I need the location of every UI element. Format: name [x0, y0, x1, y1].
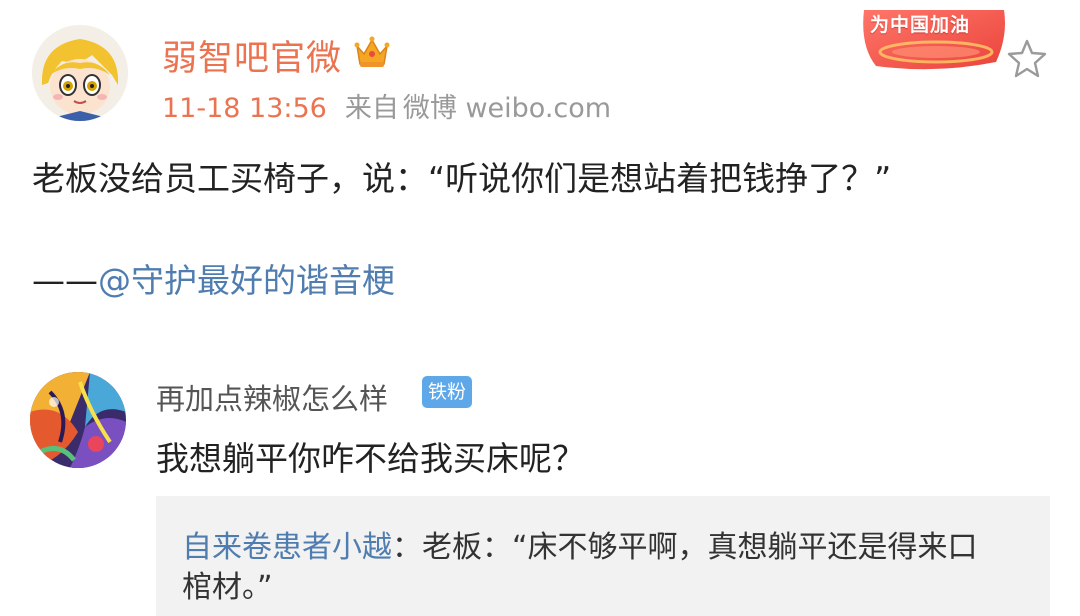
- post-source[interactable]: 微博 weibo.com: [403, 93, 611, 124]
- comment-text: 我想躺平你咋不给我买床呢？: [156, 439, 585, 478]
- post-text: 老板没给员工买椅子，说：“听说你们是想站着把钱挣了？”: [32, 159, 892, 198]
- mention-link[interactable]: @守护最好的谐音梗: [98, 261, 395, 300]
- post-meta: 11-18 13:56 来自 微博 weibo.com: [162, 86, 611, 125]
- reply-line-1: 自来卷患者小越：老板：“床不够平啊，真想躺平还是得来口: [182, 522, 978, 566]
- weibo-post-page: 弱智吧官微 11-18 13:56 来自微博 weibo.com 为中国加油: [0, 0, 1080, 616]
- fan-badge: 铁粉: [422, 376, 473, 408]
- author-avatar[interactable]: [32, 25, 128, 121]
- commenter-name[interactable]: 再加点辣椒怎么样: [156, 376, 388, 418]
- reply-text-2: 棺材。”: [182, 570, 273, 605]
- commenter-avatar[interactable]: [30, 372, 126, 468]
- source-prefix: 来自: [344, 93, 399, 124]
- favorite-star-icon[interactable]: [1006, 38, 1048, 78]
- post-signature: ——@守护最好的谐音梗: [32, 254, 395, 302]
- author-name[interactable]: 弱智吧官微: [162, 30, 342, 81]
- support-badge-text: 为中国加油: [870, 14, 971, 36]
- crown-vip-icon[interactable]: [353, 34, 391, 70]
- reply-author[interactable]: 自来卷患者小越: [182, 530, 392, 565]
- signature-dash: ——: [32, 261, 98, 300]
- reply-text-1: 老板：“床不够平啊，真想躺平还是得来口: [422, 530, 978, 565]
- post-time: 11-18 13:56: [162, 93, 327, 124]
- reply-separator: ：: [392, 530, 422, 565]
